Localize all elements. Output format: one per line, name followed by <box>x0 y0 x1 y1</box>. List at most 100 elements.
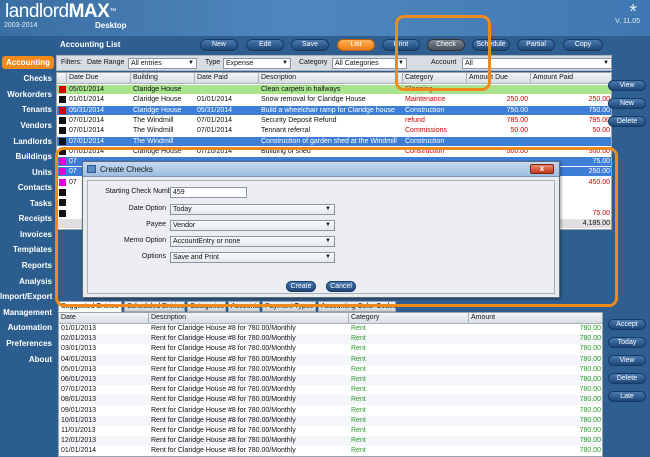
sidebar-item-preferences[interactable]: Preferences <box>0 337 56 350</box>
table-row[interactable]: 06/01/2013 Rent for Claridge House #8 for… <box>59 375 602 385</box>
sidebar-item-landlords[interactable]: Landlords <box>0 135 56 148</box>
tab-accounts[interactable]: Accounts <box>228 301 260 312</box>
column-header-amount-paid[interactable]: Amount Paid <box>531 73 611 84</box>
tab-categories[interactable]: Categories <box>187 301 226 312</box>
table-cell: Rent for Claridge House #8 for 780.00/Mo… <box>151 396 296 404</box>
delete-button[interactable]: Delete <box>608 116 646 127</box>
sidebar-item-accounting[interactable]: Accounting <box>2 56 54 69</box>
tab-payment-types[interactable]: Payment Types <box>262 301 316 312</box>
print-button[interactable]: Print <box>382 39 420 51</box>
today-button[interactable]: Today <box>608 337 646 348</box>
new-button[interactable]: New <box>200 39 238 51</box>
table-row[interactable]: 05/01/2013 Rent for Claridge House #8 for… <box>59 364 602 375</box>
column-header-date[interactable]: Date <box>59 313 149 324</box>
sidebar-item-tasks[interactable]: Tasks <box>0 197 56 210</box>
column-header-date-due[interactable]: Date Due <box>67 73 131 84</box>
list-button[interactable]: List <box>337 39 375 51</box>
table-cell: 08/01/2013 <box>61 396 97 404</box>
table-row[interactable]: 07/01/2013 Rent for Claridge House #8 for… <box>59 385 602 396</box>
table-row[interactable]: 07/01/2014 Claridge House 07/10/2014 Buildi… <box>57 146 611 156</box>
options-select[interactable]: Save and Print ▼ <box>170 252 335 263</box>
date-option-select[interactable]: Today ▼ <box>170 204 335 215</box>
view-button[interactable]: View <box>608 80 646 91</box>
tab-accounting-color-codes[interactable]: Accounting Color Codes <box>318 301 397 312</box>
column-header-description[interactable]: Description <box>259 73 403 84</box>
table-cell: Rent <box>351 345 366 353</box>
type-select[interactable]: Expense ▼ <box>223 58 291 69</box>
sidebar-item-receipts[interactable]: Receipts <box>0 212 56 225</box>
column-header-category[interactable]: Category <box>349 313 469 324</box>
table-row[interactable]: 04/01/2013 Rent for Claridge House #8 for… <box>59 354 602 365</box>
table-cell: Rent <box>351 386 366 394</box>
date-range-select[interactable]: All entries ▼ <box>128 58 197 69</box>
save-button[interactable]: Save <box>291 39 329 51</box>
table-row[interactable]: 08/01/2013 Rent for Claridge House #8 for… <box>59 395 602 406</box>
create-button[interactable]: Create <box>286 281 316 292</box>
table-cell: 05/31/2014 <box>197 106 233 114</box>
copy-button[interactable]: Copy <box>563 39 603 51</box>
chevron-down-icon: ▼ <box>325 206 331 212</box>
column-header-amount-due[interactable]: Amount Due <box>467 73 531 84</box>
schedule-button[interactable]: Schedule <box>472 39 510 51</box>
cancel-button[interactable]: Cancel <box>326 281 356 292</box>
column-header-category[interactable]: Category <box>403 73 467 84</box>
sidebar-item-invoices[interactable]: Invoices <box>0 228 56 241</box>
table-row[interactable]: 01/01/2014 Claridge House 01/01/2014 Snow r… <box>57 95 611 105</box>
date-option-label: Date Option <box>128 205 166 212</box>
sidebar-item-management[interactable]: Management <box>0 306 56 319</box>
table-row[interactable]: 09/01/2013 Rent for Claridge House #8 for… <box>59 405 602 416</box>
table-cell: Construction <box>405 137 445 145</box>
column-header-building[interactable]: Building <box>131 73 195 84</box>
sidebar-item-automation[interactable]: Automation <box>0 321 56 334</box>
payee-select[interactable]: Vendor ▼ <box>170 220 335 231</box>
table-row[interactable]: 05/31/2014 Claridge House 05/31/2014 Build … <box>57 105 611 115</box>
delete-suggested-button[interactable]: Delete <box>608 373 646 384</box>
table-row[interactable]: 11/01/2013 Rent for Claridge House #8 for… <box>59 426 602 436</box>
close-button[interactable]: x <box>530 164 554 174</box>
table-row[interactable]: 07/01/2014 The Windmill 07/01/2014 Security… <box>57 115 611 125</box>
table-row[interactable]: 03/01/2013 Rent for Claridge House #8 for… <box>59 344 602 355</box>
table-row[interactable]: 10/01/2013 Rent for Claridge House #8 for… <box>59 415 602 426</box>
table-cell: Rent for Claridge House #8 for 780.00/Mo… <box>151 427 296 434</box>
accept-button[interactable]: Accept <box>608 319 646 330</box>
column-header-date-paid[interactable]: Date Paid <box>195 73 259 84</box>
column-header-description[interactable]: Description <box>149 313 349 324</box>
table-row[interactable]: 02/01/2013 Rent for Claridge House #8 for… <box>59 334 602 345</box>
account-select[interactable]: All ▼ <box>462 58 612 69</box>
date-range-value: All entries <box>131 60 162 67</box>
sidebar-item-reports[interactable]: Reports <box>0 259 56 272</box>
table-row[interactable]: 12/01/2013 Rent for Claridge House #8 for… <box>59 436 602 447</box>
table-cell: 05/31/2014 <box>69 106 105 114</box>
starting-check-number-field[interactable]: 459 <box>170 187 247 198</box>
table-row[interactable]: 07/01/2014 The Windmill Construction of ga… <box>57 136 611 146</box>
edit-button[interactable]: Edit <box>246 39 284 51</box>
sidebar-item-import-export[interactable]: Import/Export <box>0 290 56 303</box>
table-row[interactable]: 01/01/2013 Rent for Claridge House #8 for… <box>59 324 602 334</box>
partial-button[interactable]: Partial <box>517 39 555 51</box>
late-button[interactable]: Late <box>608 391 646 402</box>
sidebar-item-vendors[interactable]: Vendors <box>0 119 56 132</box>
sidebar-item-units[interactable]: Units <box>0 166 56 179</box>
new-entry-button[interactable]: New <box>608 98 646 109</box>
table-cell: Tennant referral <box>261 127 311 135</box>
sidebar-item-analysis[interactable]: Analysis <box>0 275 56 288</box>
sidebar-item-about[interactable]: About <box>0 353 56 366</box>
view-suggested-button[interactable]: View <box>608 355 646 366</box>
sidebar-item-tenants[interactable]: Tenants <box>0 103 56 116</box>
sidebar-item-templates[interactable]: Templates <box>0 243 56 256</box>
sidebar-item-checks[interactable]: Checks <box>0 72 56 85</box>
memo-option-select[interactable]: AccountEntry or none ▼ <box>170 236 335 247</box>
sidebar-item-contacts[interactable]: Contacts <box>0 181 56 194</box>
table-cell: 50.00 <box>510 127 528 135</box>
category-select[interactable]: All Categories ▼ <box>332 58 407 69</box>
table-row[interactable]: 07/01/2014 The Windmill 07/01/2014 Tennant … <box>57 126 611 136</box>
tab-scheduled-entries[interactable]: Scheduled Entries <box>124 301 185 312</box>
check-button[interactable]: Check <box>427 39 465 51</box>
tab-suggested-entries[interactable]: Suggested Entries <box>58 301 122 312</box>
table-row[interactable]: 01/01/2014 Rent for Claridge House #8 for… <box>59 446 602 456</box>
table-row[interactable]: 05/01/2014 Claridge House Clean carpets in… <box>57 85 611 94</box>
column-header-amount[interactable]: Amount <box>469 313 602 324</box>
sidebar-item-buildings[interactable]: Buildings <box>0 150 56 163</box>
sidebar-item-workorders[interactable]: Workorders <box>0 88 56 101</box>
dialog-title-bar[interactable]: Create Checks x <box>83 162 559 177</box>
